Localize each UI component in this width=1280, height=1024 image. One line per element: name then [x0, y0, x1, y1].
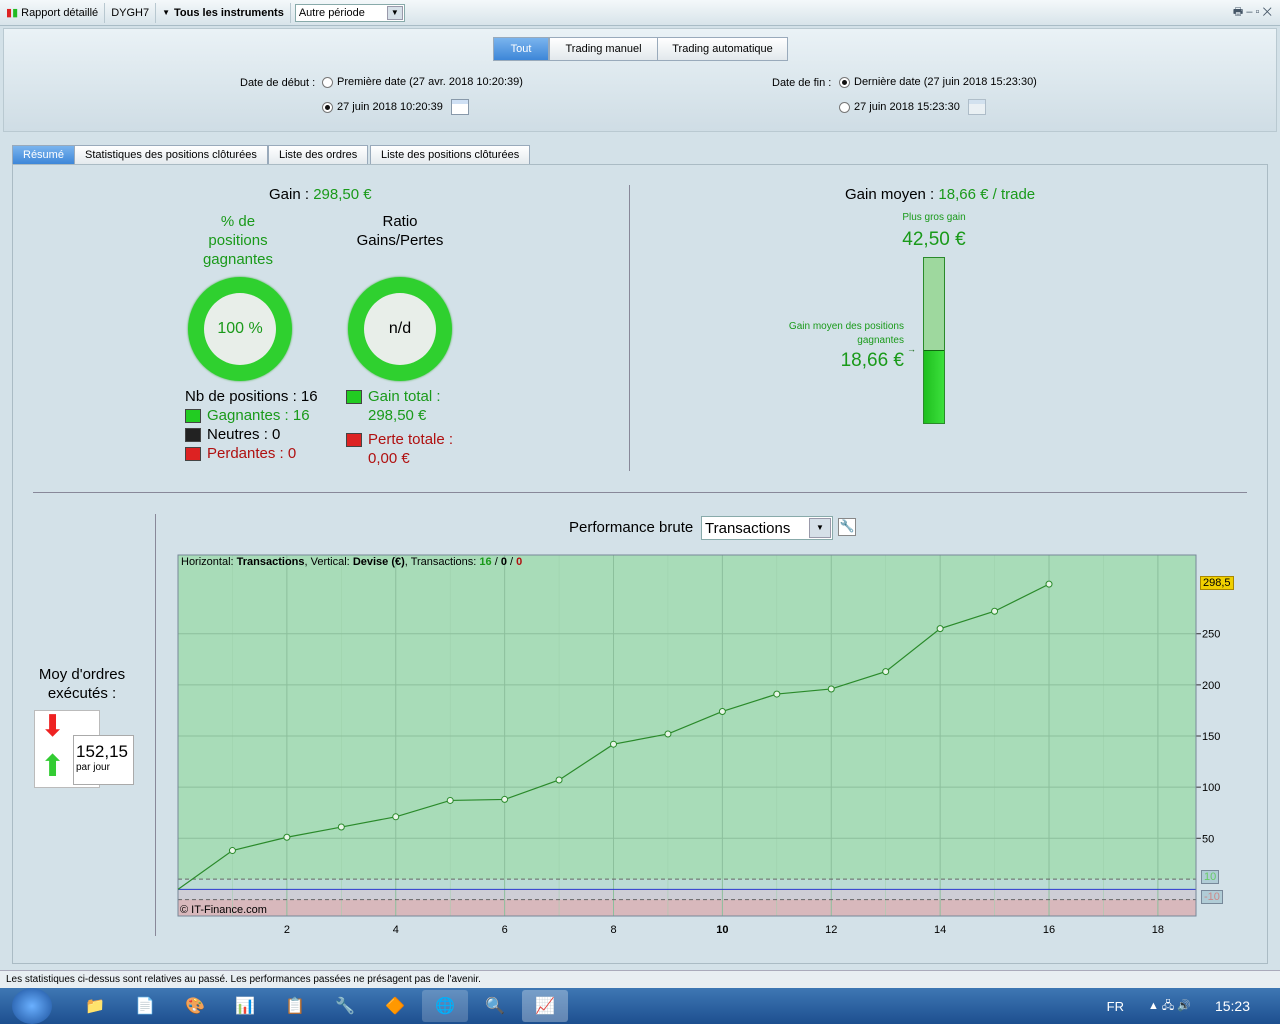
- data-point: [827, 685, 835, 693]
- data-point: [228, 847, 236, 855]
- chart-legend: Horizontal: Transactions, Vertical: Devi…: [181, 556, 523, 568]
- clock[interactable]: 15:23: [1215, 998, 1250, 1014]
- x-tick-label: 4: [393, 924, 399, 936]
- data-point: [773, 690, 781, 698]
- language-indicator[interactable]: FR: [1107, 999, 1124, 1014]
- x-tick-label: 2: [284, 924, 290, 936]
- y-tick-label: 50: [1202, 833, 1214, 845]
- data-point: [283, 833, 291, 841]
- data-point: [991, 607, 999, 615]
- status-bar: Les statistiques ci-dessus sont relative…: [0, 970, 1280, 988]
- paint-icon[interactable]: 🎨: [172, 990, 218, 1022]
- data-point: [392, 813, 400, 821]
- app-icon[interactable]: 📋: [272, 990, 318, 1022]
- y-tick-label: 150: [1202, 731, 1220, 743]
- chrome-icon[interactable]: 🌐: [422, 990, 468, 1022]
- search-icon[interactable]: 🔍: [472, 990, 518, 1022]
- trading-app-icon[interactable]: 📈: [522, 990, 568, 1022]
- data-point: [664, 730, 672, 738]
- x-tick-label: 16: [1043, 924, 1055, 936]
- tray-icons[interactable]: ▲ 🖧 🔊: [1148, 997, 1191, 1016]
- data-point: [882, 668, 890, 676]
- y-tick-label: 250: [1202, 629, 1220, 641]
- data-point: [337, 823, 345, 831]
- x-tick-label: 8: [610, 924, 616, 936]
- y-tick-label: 200: [1202, 680, 1220, 692]
- performance-chart: 2 4 6 8 10 12 14 16 18 50 100 150 200 250: [177, 554, 1220, 936]
- x-tick-label: 12: [825, 924, 837, 936]
- band-low-badge: -10: [1201, 890, 1223, 904]
- explorer-icon[interactable]: 📁: [72, 990, 118, 1022]
- last-value-badge: 298,5: [1200, 576, 1234, 590]
- start-button[interactable]: [12, 988, 52, 1024]
- data-point: [446, 796, 454, 804]
- word-icon[interactable]: 📄: [122, 990, 168, 1022]
- x-tick-label: 14: [934, 924, 946, 936]
- band-high-badge: 10: [1201, 870, 1220, 884]
- x-tick-label: 10: [716, 924, 728, 936]
- taskbar: 📁 📄 🎨 📊 📋 🔧 🔶 🌐 🔍 📈 FR ▲ 🖧 🔊 15:23: [0, 988, 1280, 1024]
- data-point: [718, 707, 726, 715]
- x-tick-label: 6: [502, 924, 508, 936]
- plot-area: [178, 555, 1196, 890]
- x-tick-label: 18: [1152, 924, 1164, 936]
- y-tick-label: 100: [1202, 782, 1220, 794]
- data-point: [555, 776, 563, 784]
- copyright: © IT-Finance.com: [180, 904, 267, 916]
- media-icon[interactable]: 🔶: [372, 990, 418, 1022]
- excel-icon[interactable]: 📊: [222, 990, 268, 1022]
- data-point: [936, 625, 944, 633]
- data-point: [610, 740, 618, 748]
- data-point: [1045, 580, 1053, 588]
- data-point: [501, 795, 509, 803]
- tool-icon[interactable]: 🔧: [322, 990, 368, 1022]
